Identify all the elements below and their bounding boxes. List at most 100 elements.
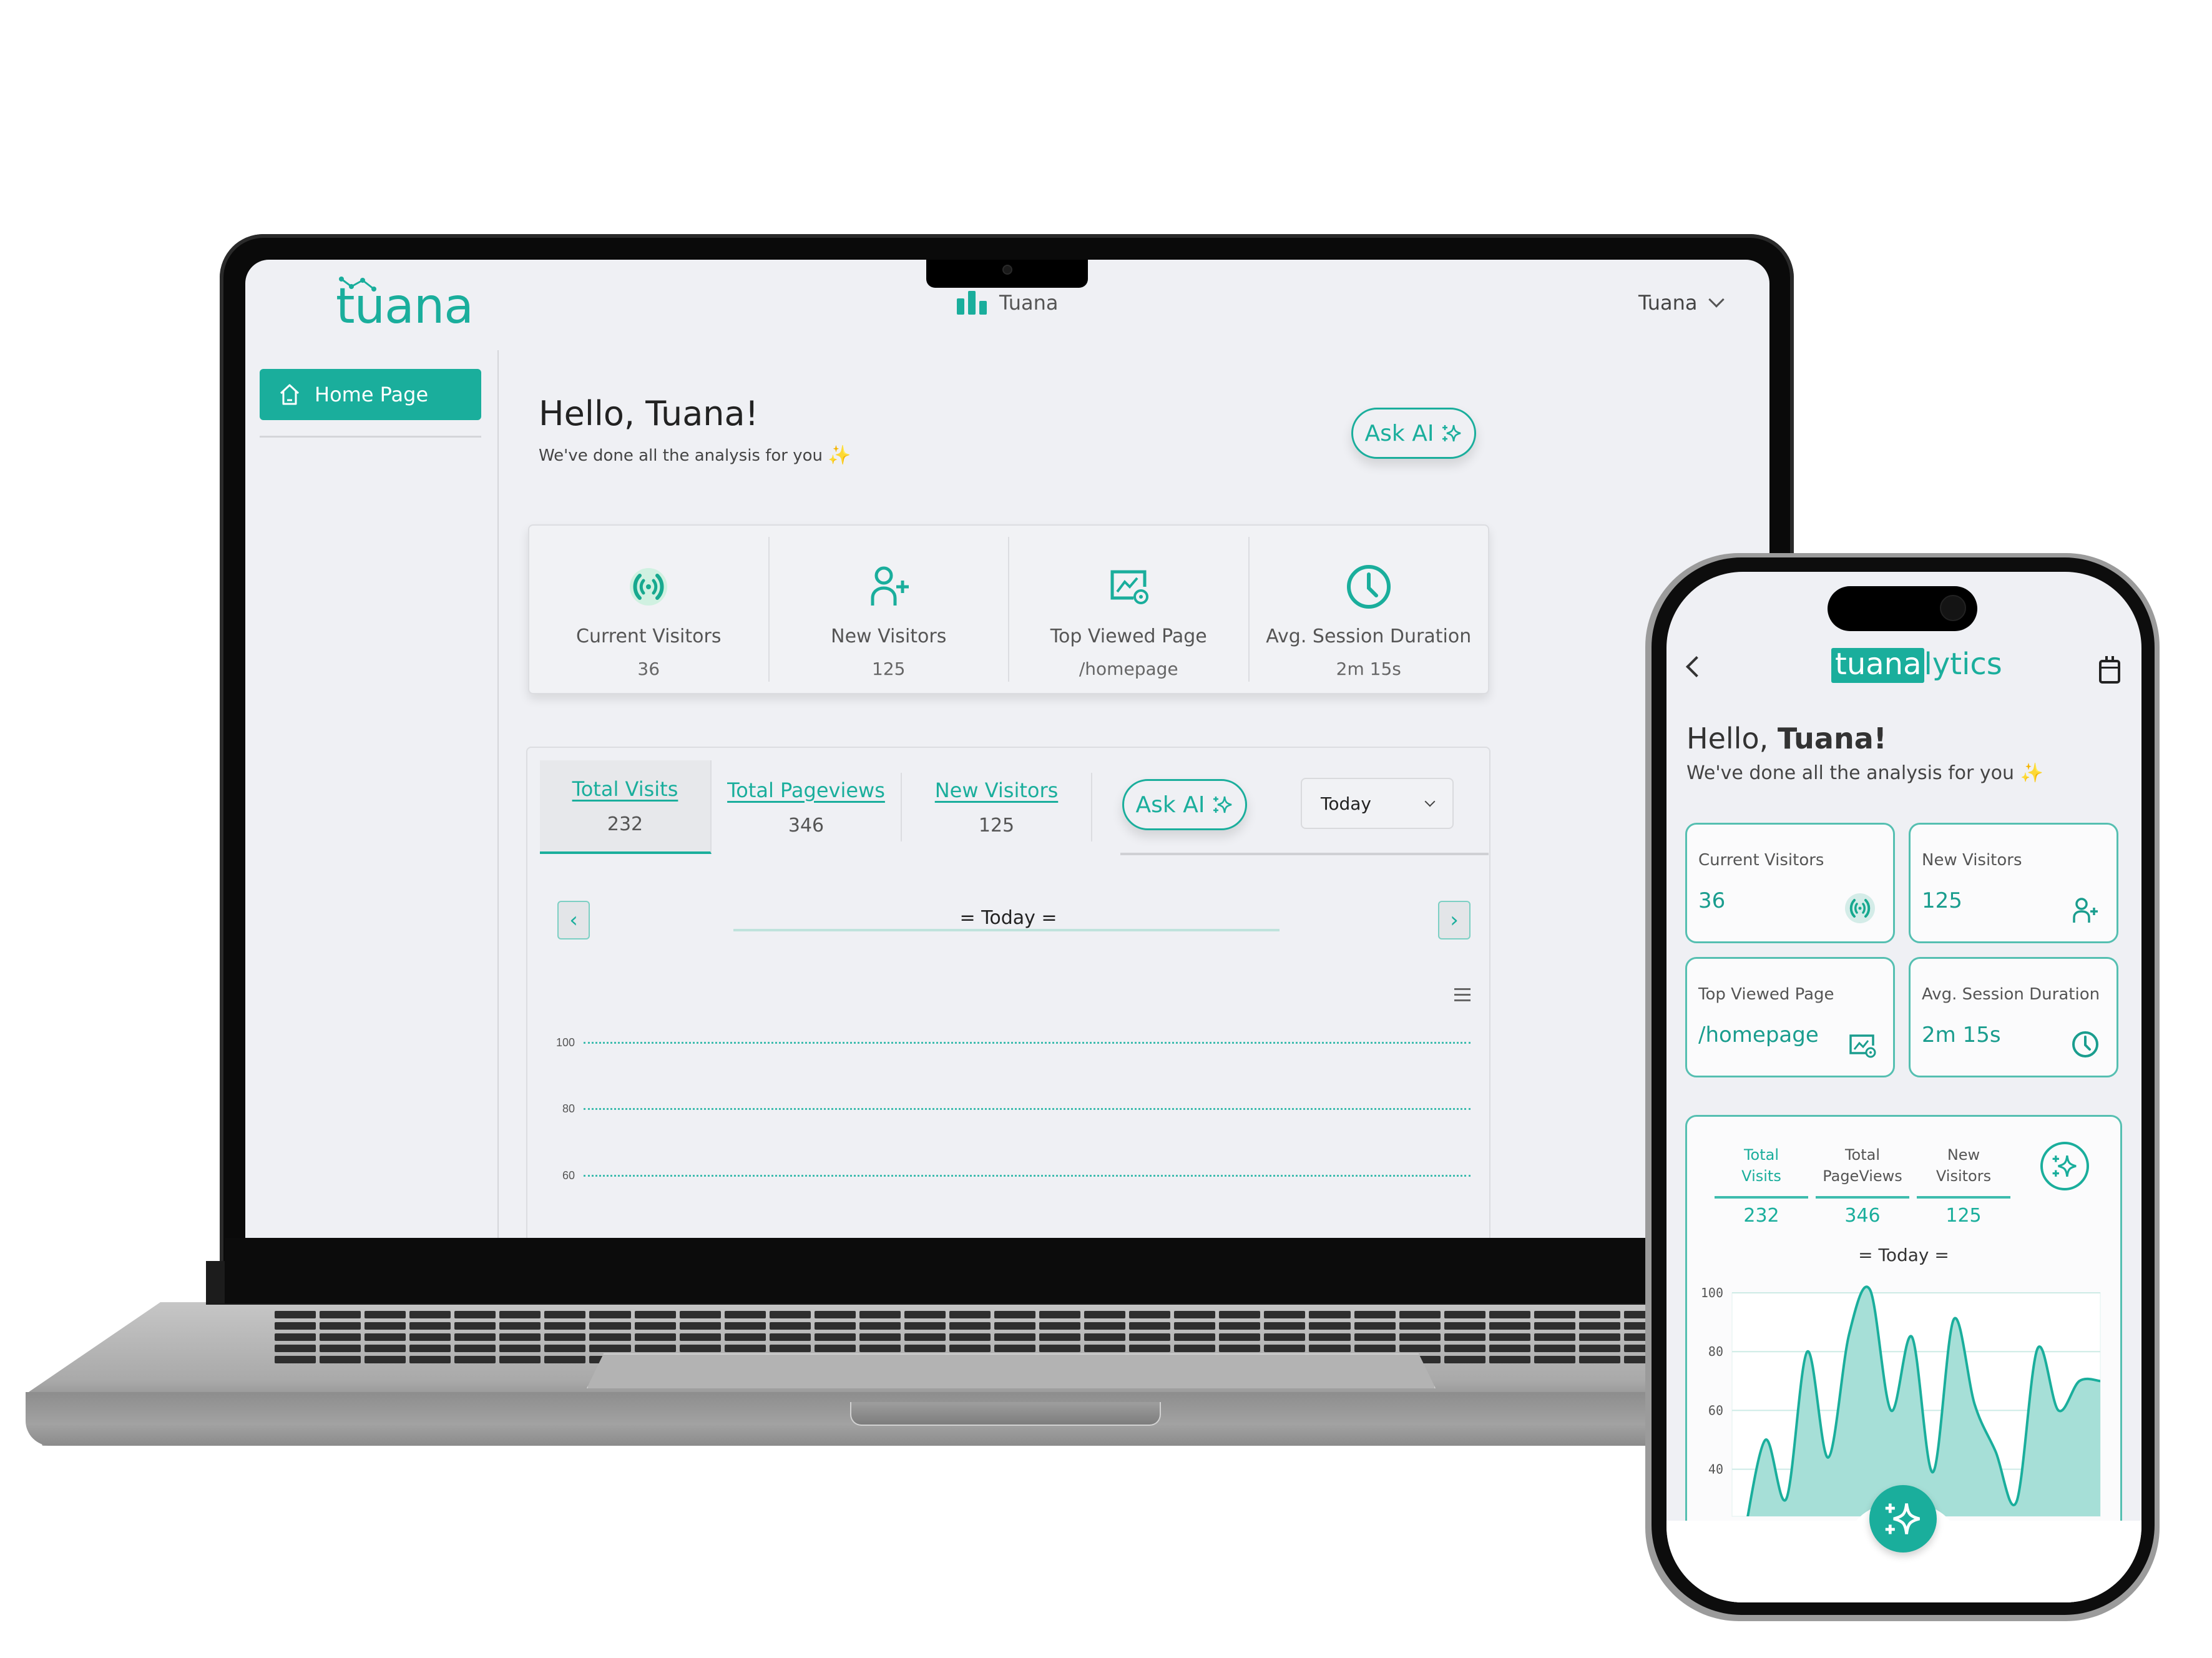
traffic-chart-card: Total Visits 232 Total Pageviews 346 New… — [526, 747, 1490, 1238]
back-chevron-icon[interactable] — [1686, 656, 1707, 677]
tab-new-visitors[interactable]: New Visitors 125 — [902, 773, 1092, 841]
keyboard-key — [1399, 1311, 1441, 1318]
laptop-lid-opener — [850, 1402, 1161, 1426]
keyboard-key — [904, 1345, 946, 1352]
y-gridline-40: 40 — [552, 1236, 1471, 1238]
keyboard-key — [320, 1333, 361, 1341]
keyboard-key — [1129, 1311, 1171, 1318]
keyboard-key — [1489, 1322, 1530, 1330]
clock-icon — [1344, 561, 1394, 613]
keyboard-key — [454, 1345, 496, 1352]
keyboard-key — [275, 1322, 316, 1330]
card-new-visitors[interactable]: New Visitors 125 — [1909, 823, 2118, 943]
keyboard-key — [1219, 1322, 1261, 1330]
keyboard-key — [1578, 1333, 1620, 1341]
tab-total-visits[interactable]: Total Visits 232 — [1715, 1145, 1808, 1227]
chevron-down-icon — [1424, 796, 1436, 807]
keyboard-key — [454, 1322, 496, 1330]
sparkles-icon: ✨ — [828, 444, 851, 466]
keyboard-key — [1444, 1345, 1485, 1352]
user-menu[interactable]: Tuana — [1638, 291, 1725, 315]
keyboard-key — [320, 1345, 361, 1352]
stat-top-viewed-page[interactable]: Top Viewed Page /homepage — [1009, 537, 1250, 682]
ai-sparkle-icon — [1213, 796, 1232, 813]
keyboard-key — [1399, 1322, 1441, 1330]
y-tick-label: 40 — [1708, 1462, 1723, 1477]
keyboard-key — [589, 1333, 631, 1341]
keyboard-key — [1084, 1322, 1126, 1330]
keyboard-key — [814, 1311, 856, 1318]
page-subtitle: We've done all the analysis for you ✨ — [1686, 762, 2043, 784]
card-current-visitors[interactable]: Current Visitors 36 — [1685, 823, 1895, 943]
keyboard-key — [1578, 1322, 1620, 1330]
keyboard-key — [1399, 1333, 1441, 1341]
chevron-right-icon: › — [1450, 908, 1459, 933]
stat-avg-session-duration[interactable]: Avg. Session Duration 2m 15s — [1250, 537, 1489, 682]
keyboard-key — [724, 1345, 766, 1352]
keyboard-key — [1534, 1333, 1575, 1341]
ai-fab-button[interactable] — [1869, 1485, 1937, 1553]
keyboard-key — [275, 1311, 316, 1318]
next-period-button[interactable]: › — [1438, 901, 1471, 939]
tab-new-visitors[interactable]: New Visitors 125 — [1917, 1145, 2010, 1227]
keyboard-key — [1534, 1322, 1575, 1330]
keyboard-key — [365, 1311, 406, 1318]
stat-new-visitors[interactable]: New Visitors 125 — [770, 537, 1009, 682]
y-tick-label: 40 — [552, 1236, 575, 1238]
keyboard-key — [994, 1345, 1036, 1352]
ask-ai-button[interactable] — [2040, 1142, 2089, 1190]
y-tick-label: 100 — [1701, 1285, 1723, 1300]
keyboard-key — [1084, 1333, 1126, 1341]
keyboard-key — [1129, 1322, 1171, 1330]
keyboard-key — [320, 1322, 361, 1330]
keyboard-key — [409, 1333, 451, 1341]
keyboard-key — [409, 1345, 451, 1352]
keyboard-key — [679, 1345, 721, 1352]
keyboard-key — [1309, 1311, 1351, 1318]
card-avg-session-duration[interactable]: Avg. Session Duration 2m 15s — [1909, 957, 2118, 1077]
tab-total-pageviews[interactable]: Total Pageviews 346 — [712, 773, 902, 841]
keyboard-key — [1354, 1333, 1396, 1341]
tab-total-pageviews[interactable]: Total PageViews 346 — [1816, 1145, 1909, 1227]
period-title-underline — [733, 929, 1280, 931]
y-tick-label: 60 — [562, 1169, 575, 1182]
keyboard-key — [769, 1322, 811, 1330]
keyboard-key — [634, 1322, 676, 1330]
keyboard-key — [1129, 1333, 1171, 1341]
keyboard-key — [1534, 1311, 1575, 1318]
keyboard-key — [724, 1333, 766, 1341]
keyboard-key — [949, 1322, 991, 1330]
y-gridline-60: 60 — [552, 1169, 1471, 1182]
keyboard-key — [724, 1322, 766, 1330]
chart-ask-ai-button[interactable]: Ask AI — [1122, 779, 1247, 830]
keyboard-key — [1129, 1345, 1171, 1352]
keyboard-key — [365, 1345, 406, 1352]
tab-total-visits[interactable]: Total Visits 232 — [540, 760, 712, 854]
keyboard-key — [679, 1333, 721, 1341]
user-plus-icon — [2069, 894, 2100, 928]
keyboard-key — [949, 1311, 991, 1318]
app-brand: Tuana — [957, 291, 1058, 315]
keyboard-key — [275, 1345, 316, 1352]
keyboard-key — [1219, 1345, 1261, 1352]
keyboard-key — [724, 1311, 766, 1318]
keyboard-key — [589, 1322, 631, 1330]
card-top-viewed-page[interactable]: Top Viewed Page /homepage — [1685, 957, 1895, 1077]
stat-current-visitors[interactable]: Current Visitors 36 — [529, 537, 770, 682]
ask-ai-button[interactable]: Ask AI — [1351, 408, 1476, 459]
y-gridline-80: 80 — [552, 1102, 1471, 1116]
sidebar-item-home-page[interactable]: Home Page — [260, 369, 481, 420]
keyboard-key — [904, 1311, 946, 1318]
keyboard-key — [679, 1311, 721, 1318]
period-select[interactable]: Today — [1301, 778, 1454, 829]
chart-menu-icon[interactable] — [1454, 988, 1471, 1001]
sidebar-divider — [260, 436, 481, 438]
keyboard-key — [275, 1333, 316, 1341]
calendar-icon[interactable] — [2099, 656, 2120, 684]
logo-network-dots-icon — [339, 277, 376, 292]
keyboard-key — [859, 1345, 901, 1352]
broadcast-icon — [1843, 891, 1877, 928]
home-icon — [280, 384, 300, 405]
page-subtitle: We've done all the analysis for you ✨ — [539, 444, 851, 466]
metric-tabs: Total Visits 232 Total Pageviews 346 New… — [540, 760, 1479, 854]
